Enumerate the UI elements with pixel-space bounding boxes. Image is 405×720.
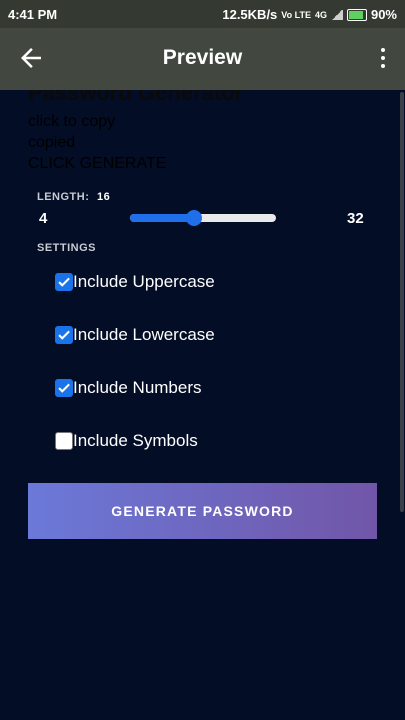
- app-bar-title: Preview: [162, 46, 243, 69]
- slider-fill: [130, 214, 193, 222]
- checkbox-numbers[interactable]: [55, 379, 73, 397]
- length-max: 32: [347, 210, 364, 227]
- option-symbols[interactable]: Include Symbols: [55, 431, 198, 451]
- option-label: Include Lowercase: [73, 325, 215, 344]
- password-output[interactable]: CLICK GENERATE: [28, 155, 166, 173]
- check-icon: [58, 277, 70, 287]
- app-bar: Preview: [0, 28, 405, 90]
- battery-icon: [346, 8, 367, 21]
- option-label: Include Uppercase: [73, 272, 215, 291]
- more-vert-icon[interactable]: [379, 48, 387, 70]
- status-time: 4:41 PM: [8, 7, 58, 22]
- volte-icon: Vo LTE: [281, 9, 311, 20]
- slider-thumb[interactable]: [186, 210, 202, 226]
- generate-password-button[interactable]: GENERATE PASSWORD: [28, 483, 377, 539]
- preview-content: Password Generator click to copy copied …: [0, 90, 405, 720]
- check-icon: [58, 383, 70, 393]
- option-uppercase[interactable]: Include Uppercase: [55, 272, 215, 292]
- status-indicators: 12.5KB/s Vo LTE 4G 90%: [222, 7, 397, 22]
- checkbox-uppercase[interactable]: [55, 273, 73, 291]
- copied-text: copied: [28, 134, 76, 151]
- click-to-copy-text[interactable]: click to copy: [28, 113, 115, 131]
- battery-percent: 90%: [370, 7, 397, 22]
- settings-label: SETTINGS: [37, 242, 97, 254]
- length-min: 4: [39, 210, 48, 227]
- network-speed: 12.5KB/s: [222, 7, 278, 22]
- checkbox-lowercase[interactable]: [55, 326, 73, 344]
- checkbox-symbols[interactable]: [55, 432, 73, 450]
- length-label-row: LENGTH: 16: [37, 191, 110, 203]
- check-icon: [58, 330, 70, 340]
- slider-track: [130, 214, 276, 222]
- status-bar: 4:41 PM 12.5KB/s Vo LTE 4G 90%: [0, 0, 405, 28]
- length-slider[interactable]: [130, 210, 276, 226]
- option-lowercase[interactable]: Include Lowercase: [55, 325, 215, 345]
- length-value: 16: [96, 191, 111, 203]
- length-label: LENGTH:: [37, 191, 90, 203]
- option-label: Include Symbols: [73, 431, 198, 450]
- network-type: 4G: [314, 9, 327, 20]
- option-numbers[interactable]: Include Numbers: [55, 378, 202, 398]
- signal-icon: [330, 9, 343, 20]
- option-label: Include Numbers: [73, 378, 202, 397]
- page-title: Password Generator: [28, 90, 244, 105]
